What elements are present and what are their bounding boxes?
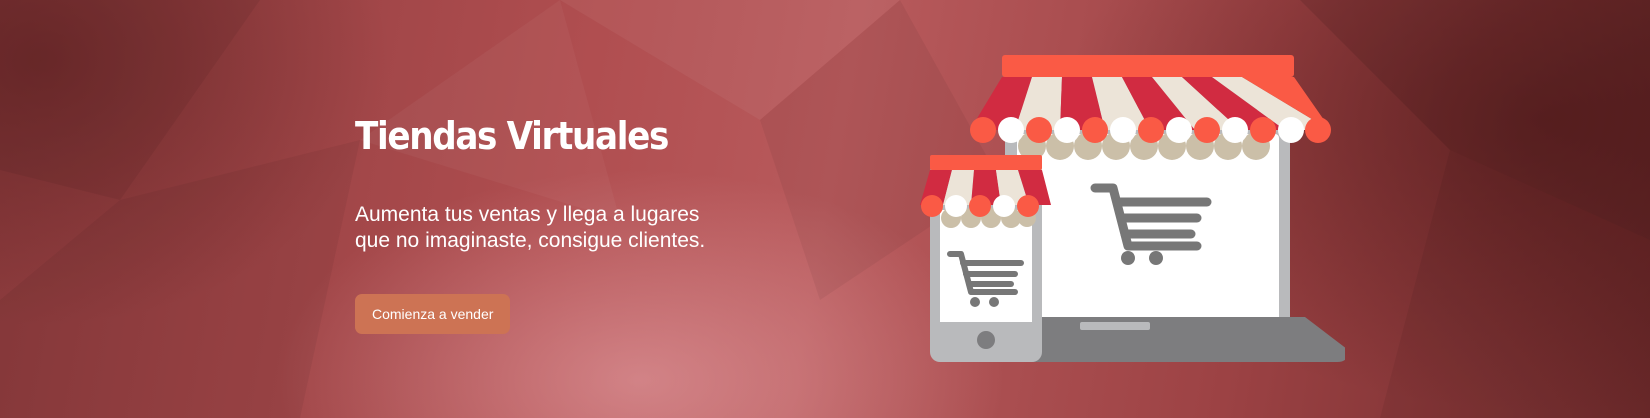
hero-content: Tiendas Virtuales Aumenta tus ventas y l…	[355, 110, 815, 334]
start-selling-button[interactable]: Comienza a vender	[355, 294, 511, 334]
hero-banner: Tiendas Virtuales Aumenta tus ventas y l…	[0, 0, 1650, 418]
phone-storefront-icon	[920, 155, 1051, 362]
hero-subtitle: Aumenta tus ventas y llega a lugares que…	[355, 202, 775, 254]
background-facets	[0, 0, 1650, 418]
storefront-illustration	[920, 55, 1345, 362]
subtitle-line-2: que no imaginaste, consigue clientes.	[355, 229, 706, 252]
subtitle-line-1: Aumenta tus ventas y llega a lugares	[355, 203, 700, 226]
page-title: Tiendas Virtuales	[355, 114, 669, 158]
